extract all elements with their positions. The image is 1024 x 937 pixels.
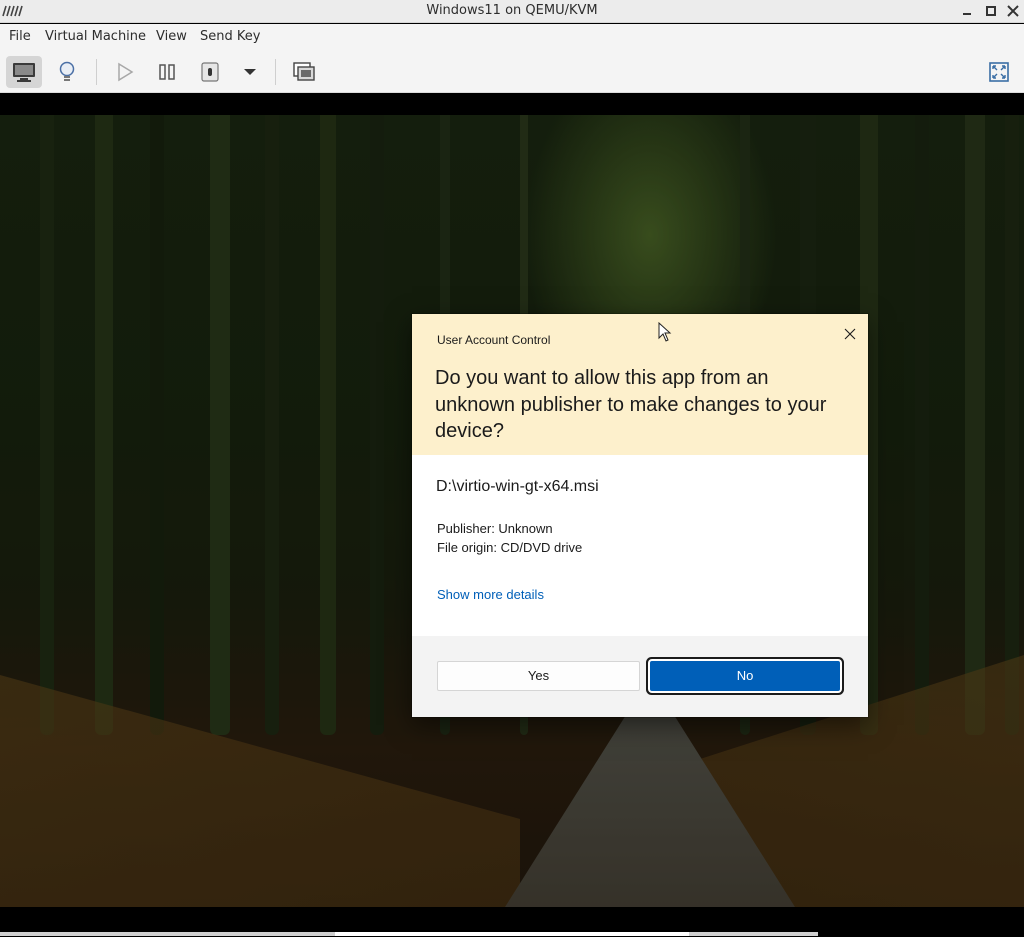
show-more-details-link[interactable]: Show more details [437, 587, 544, 602]
monitor-icon [13, 63, 35, 82]
menu-view[interactable]: View [156, 29, 187, 44]
close-icon[interactable] [1005, 3, 1021, 19]
uac-close-button[interactable] [838, 322, 862, 346]
shutdown-menu-button[interactable] [232, 56, 268, 88]
toolbar [0, 51, 1024, 93]
fullscreen-icon [989, 62, 1009, 82]
console-view-button[interactable] [6, 56, 42, 88]
chevron-down-icon [244, 69, 256, 75]
menu-bar: File Virtual Machine View Send Key [0, 24, 1024, 51]
uac-dialog: User Account Control Do you want to allo… [412, 314, 868, 717]
window-title: Windows11 on QEMU/KVM [426, 3, 598, 18]
uac-file-name: D:\virtio-win-gt-x64.msi [436, 478, 599, 495]
snapshots-icon [293, 62, 315, 81]
close-icon [844, 328, 856, 340]
minimize-icon[interactable] [959, 3, 975, 19]
power-icon [201, 62, 219, 82]
yes-button[interactable]: Yes [437, 661, 640, 691]
uac-publisher: Publisher: Unknown [437, 521, 553, 536]
uac-question: Do you want to allow this app from an un… [435, 367, 827, 442]
menu-file[interactable]: File [9, 29, 31, 44]
run-button[interactable] [107, 56, 143, 88]
maximize-icon[interactable] [983, 3, 999, 19]
menu-send-key[interactable]: Send Key [200, 29, 260, 44]
fullscreen-button[interactable] [981, 56, 1017, 88]
no-button[interactable]: No [650, 661, 840, 691]
uac-footer: Yes No [412, 636, 868, 717]
play-icon [118, 62, 134, 82]
shutdown-button[interactable] [192, 56, 228, 88]
snapshots-button[interactable] [286, 56, 322, 88]
menu-virtual-machine[interactable]: Virtual Machine [45, 29, 146, 44]
pause-icon [159, 64, 175, 80]
pause-button[interactable] [149, 56, 185, 88]
horizontal-scrollbar[interactable] [0, 932, 818, 936]
lightbulb-icon [59, 61, 75, 81]
uac-header: User Account Control Do you want to allo… [412, 314, 868, 455]
scrollbar-thumb[interactable] [335, 932, 689, 936]
uac-file-origin: File origin: CD/DVD drive [437, 540, 583, 555]
uac-caption: User Account Control [437, 333, 551, 347]
mouse-cursor-icon [658, 322, 672, 342]
details-view-button[interactable] [49, 56, 85, 88]
title-bar: Windows11 on QEMU/KVM [0, 0, 1024, 23]
